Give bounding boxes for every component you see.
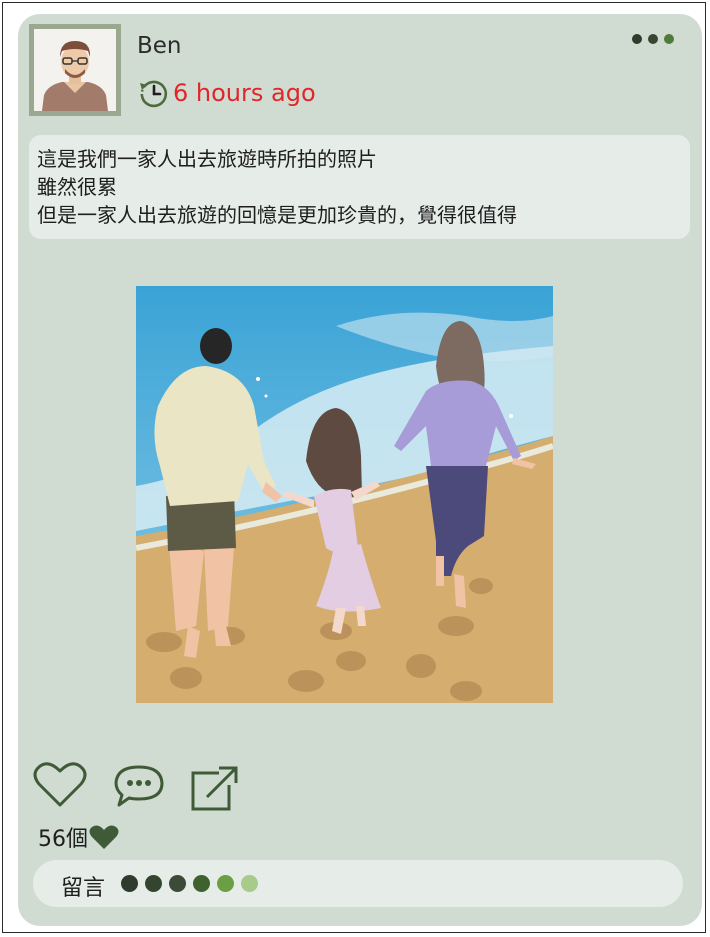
- comment-dot: [193, 875, 210, 892]
- avatar-man-glasses: [34, 29, 116, 111]
- comment-dot: [169, 875, 186, 892]
- comment-dot: [241, 875, 258, 892]
- caption-line: 但是一家人出去旅遊的回憶是更加珍貴的，覺得很值得: [37, 203, 517, 227]
- author-name[interactable]: Ben: [137, 33, 182, 59]
- post-photo[interactable]: [136, 286, 553, 703]
- comment-input-bar[interactable]: 留言: [33, 860, 683, 907]
- like-count: 56個: [38, 822, 119, 852]
- caption-line: 雖然很累: [37, 175, 117, 199]
- comment-label: 留言: [61, 876, 106, 901]
- heart-outline-icon[interactable]: [33, 759, 87, 809]
- post-timestamp: 6 hours ago: [137, 76, 316, 110]
- avatar[interactable]: [29, 24, 121, 116]
- likes-count-text: 56個: [38, 827, 88, 852]
- time-ago-text: 6 hours ago: [173, 79, 316, 107]
- clock-history-icon: [140, 80, 168, 108]
- post-frame: Ben 6 hours ago 這是我們一家人出去旅遊時所拍的照片 雖然很累 但…: [2, 2, 706, 933]
- comment-dot: [217, 875, 234, 892]
- speech-bubble-icon[interactable]: [113, 763, 165, 809]
- share-external-icon[interactable]: [189, 765, 239, 811]
- family-beach-illustration: [136, 286, 553, 703]
- comment-dot: [145, 875, 162, 892]
- comment-dots: [121, 875, 258, 892]
- post-caption: 這是我們一家人出去旅遊時所拍的照片 雖然很累 但是一家人出去旅遊的回憶是更加珍貴…: [29, 135, 690, 239]
- heart-filled-icon: [89, 825, 119, 849]
- comment-dot: [121, 875, 138, 892]
- more-dots-icon[interactable]: [631, 32, 677, 46]
- caption-line: 這是我們一家人出去旅遊時所拍的照片: [37, 147, 377, 171]
